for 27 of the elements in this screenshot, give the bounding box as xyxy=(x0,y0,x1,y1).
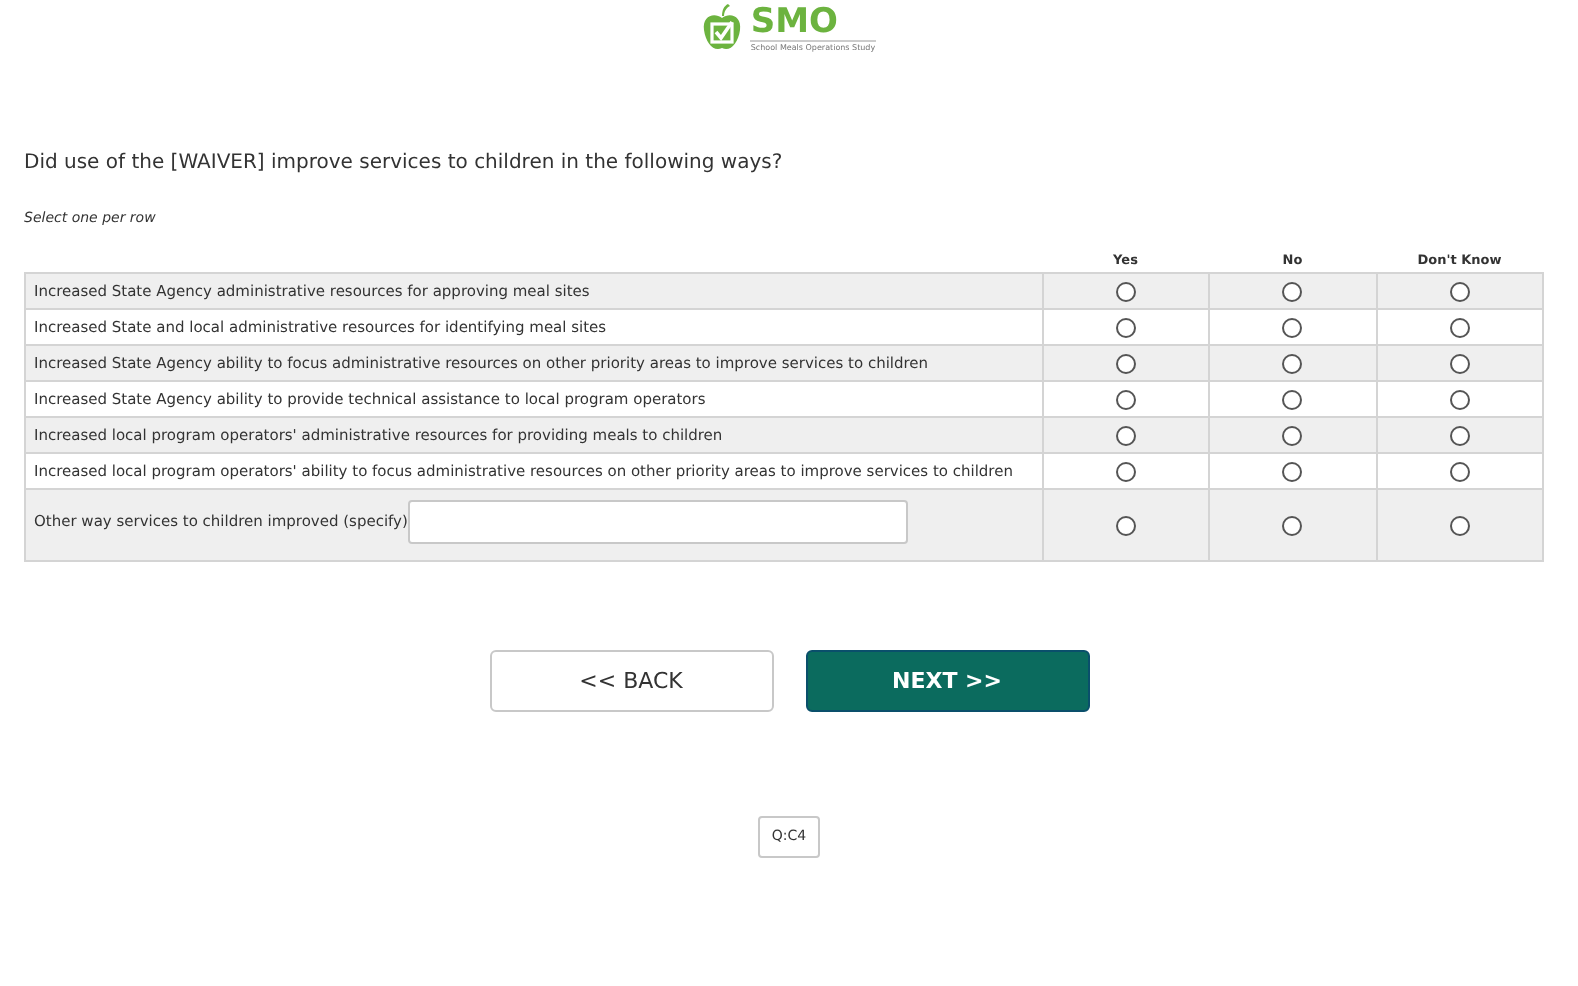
radio-button[interactable] xyxy=(1282,390,1303,411)
radio-button[interactable] xyxy=(1449,354,1470,375)
radio-button[interactable] xyxy=(1115,354,1136,375)
radio-button[interactable] xyxy=(1282,516,1303,537)
radio-button[interactable] xyxy=(1282,426,1303,447)
question-text: Did use of the [WAIVER] improve services to children in the following ways? xyxy=(24,150,785,178)
logo-title: SMO xyxy=(750,4,841,40)
radio-button[interactable] xyxy=(1449,390,1470,411)
radio-button[interactable] xyxy=(1115,318,1136,339)
radio-button[interactable] xyxy=(1449,516,1470,537)
radio-button[interactable] xyxy=(1282,354,1303,375)
radio-button[interactable] xyxy=(1449,426,1470,447)
radio-button[interactable] xyxy=(1115,390,1136,411)
radio-button[interactable] xyxy=(1115,462,1136,483)
radio-button[interactable] xyxy=(1115,516,1136,537)
apple-logo-icon xyxy=(702,4,743,52)
radio-button[interactable] xyxy=(1449,282,1470,303)
radio-button[interactable] xyxy=(1282,462,1303,483)
radio-button[interactable] xyxy=(1449,318,1470,339)
back-button[interactable]: << BACK xyxy=(489,650,773,713)
radio-button[interactable] xyxy=(1115,426,1136,447)
radio-button[interactable] xyxy=(1115,282,1136,303)
radio-button[interactable] xyxy=(1449,462,1470,483)
radio-button[interactable] xyxy=(1282,282,1303,303)
next-button[interactable]: NEXT >> xyxy=(805,650,1089,713)
specify-field[interactable] xyxy=(407,500,908,545)
radio-button[interactable] xyxy=(1282,318,1303,339)
